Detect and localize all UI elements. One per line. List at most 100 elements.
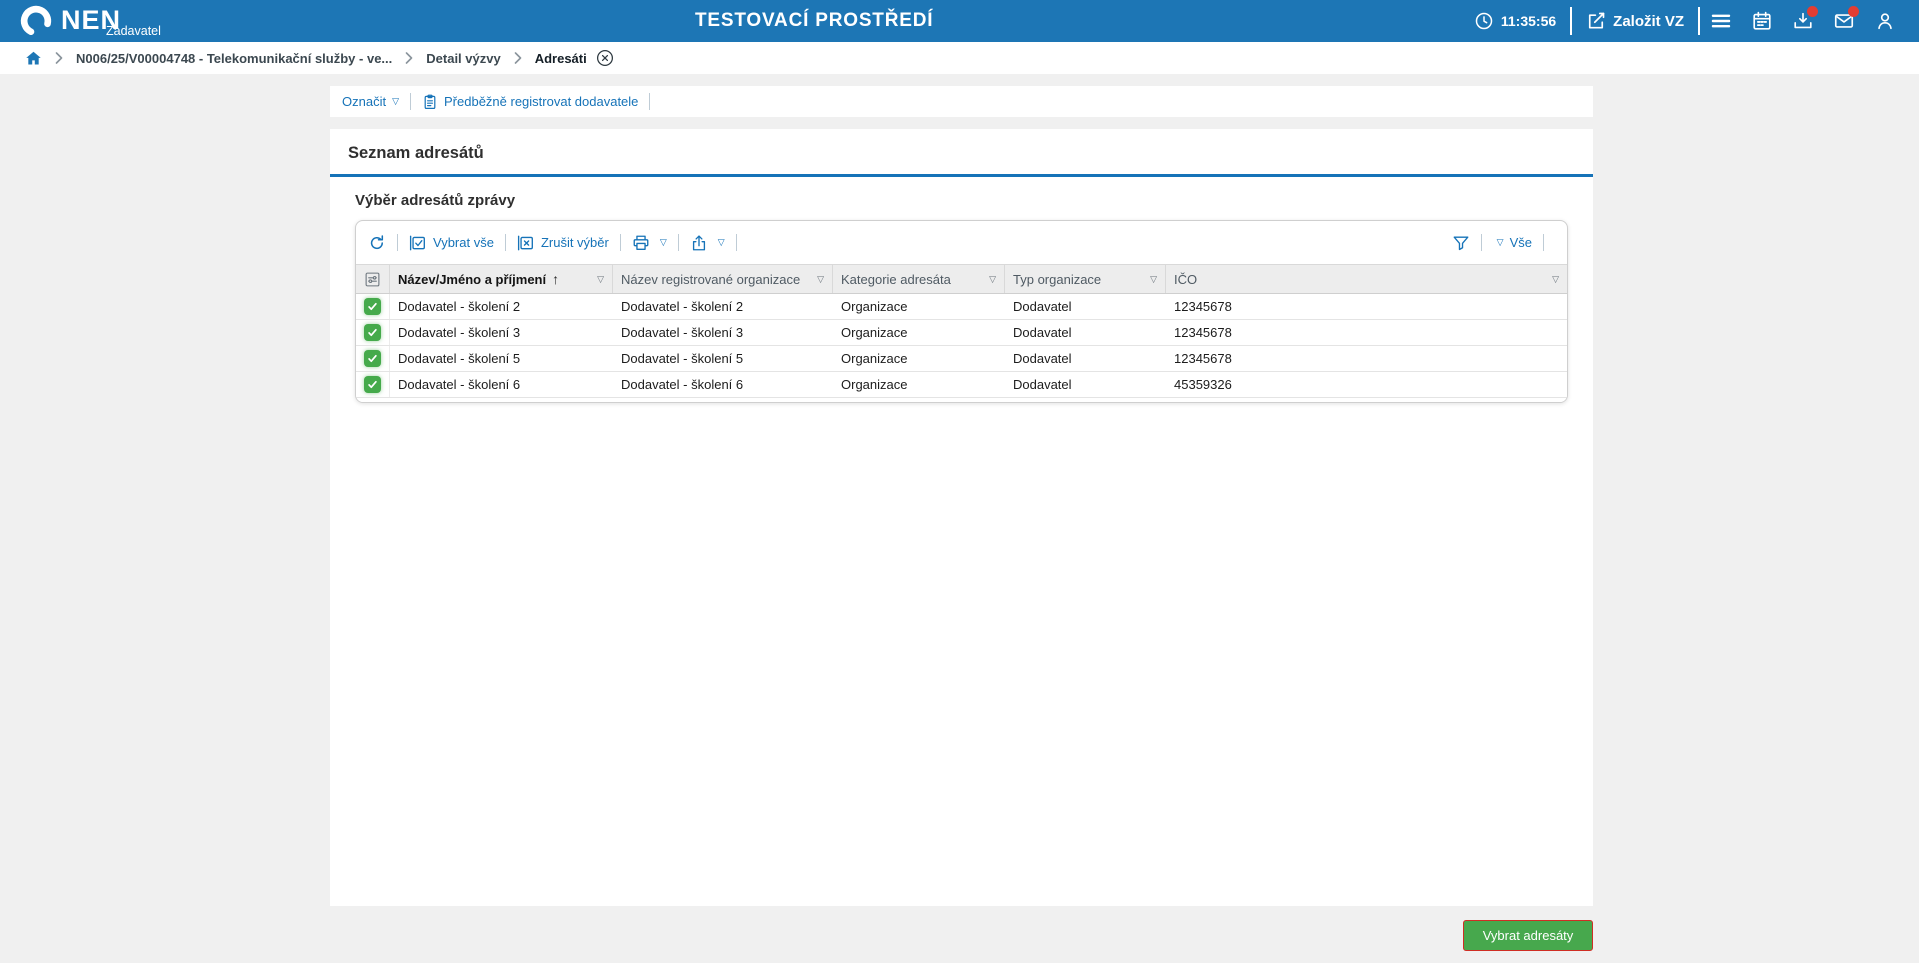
header-category[interactable]: Kategorie adresáta ▽ bbox=[833, 265, 1005, 293]
breadcrumb-item-procurement[interactable]: N006/25/V00004748 - Telekomunikační služ… bbox=[76, 51, 392, 66]
home-icon bbox=[25, 50, 42, 67]
cell-type: Dodavatel bbox=[1005, 294, 1166, 319]
divider bbox=[736, 234, 737, 251]
mark-dropdown-button[interactable]: Označit ▽ bbox=[342, 94, 399, 109]
create-vz-label: Založit VZ bbox=[1613, 13, 1684, 30]
filter-scope-label: Vše bbox=[1510, 235, 1532, 250]
header-type[interactable]: Typ organizace ▽ bbox=[1005, 265, 1166, 293]
refresh-button[interactable] bbox=[368, 234, 386, 252]
clear-selection-label: Zrušit výběr bbox=[541, 235, 609, 250]
table-bottom-padding bbox=[356, 398, 1567, 402]
close-circle-icon bbox=[596, 49, 614, 67]
print-button[interactable]: ▽ bbox=[632, 234, 667, 252]
create-vz-button[interactable]: Založit VZ bbox=[1572, 11, 1698, 31]
breadcrumb-item-adresati[interactable]: Adresáti bbox=[535, 51, 587, 66]
hamburger-icon bbox=[1710, 10, 1732, 32]
user-icon bbox=[1874, 10, 1896, 32]
chevron-down-icon: ▽ bbox=[718, 237, 725, 248]
row-checkbox-cell bbox=[356, 320, 390, 345]
cell-type: Dodavatel bbox=[1005, 372, 1166, 397]
nen-logo-icon bbox=[18, 3, 54, 39]
addressees-table-card: Vybrat vše Zrušit výběr ▽ bbox=[355, 220, 1568, 403]
cell-type: Dodavatel bbox=[1005, 320, 1166, 345]
logo-role-label: Zadavatel bbox=[106, 24, 161, 38]
filter-triangle-icon[interactable]: ▽ bbox=[1144, 274, 1157, 285]
header-ico[interactable]: IČO ▽ bbox=[1166, 265, 1567, 293]
cell-category: Organizace bbox=[833, 372, 1005, 397]
header-org[interactable]: Název registrované organizace ▽ bbox=[613, 265, 833, 293]
cell-ico: 12345678 bbox=[1166, 346, 1567, 371]
cell-type: Dodavatel bbox=[1005, 346, 1166, 371]
inbox-button[interactable] bbox=[1782, 0, 1823, 42]
table-toolbar-right: ▽ Vše bbox=[1452, 234, 1555, 252]
user-profile-button[interactable] bbox=[1864, 0, 1905, 42]
divider bbox=[620, 234, 621, 251]
cell-name: Dodavatel - školení 5 bbox=[390, 346, 613, 371]
clear-selection-button[interactable]: Zrušit výběr bbox=[517, 234, 609, 252]
messages-notification-badge bbox=[1848, 6, 1859, 17]
cell-category: Organizace bbox=[833, 320, 1005, 345]
select-all-button[interactable]: Vybrat vše bbox=[409, 234, 494, 252]
table-row[interactable]: Dodavatel - školení 6 Dodavatel - školen… bbox=[356, 372, 1567, 398]
divider bbox=[649, 93, 650, 110]
checkbox-checked-icon[interactable] bbox=[364, 350, 381, 367]
row-checkbox-cell bbox=[356, 294, 390, 319]
table-row[interactable]: Dodavatel - školení 2 Dodavatel - školen… bbox=[356, 294, 1567, 320]
filter-button[interactable] bbox=[1452, 234, 1470, 252]
calendar-button[interactable] bbox=[1741, 0, 1782, 42]
preregister-supplier-button[interactable]: Předběžně registrovat dodavatele bbox=[422, 94, 638, 110]
divider bbox=[678, 234, 679, 251]
chevron-down-icon: ▽ bbox=[392, 97, 399, 106]
cell-ico: 12345678 bbox=[1166, 320, 1567, 345]
checkbox-checked-icon[interactable] bbox=[364, 298, 381, 315]
cell-name: Dodavatel - školení 2 bbox=[390, 294, 613, 319]
cell-name: Dodavatel - školení 6 bbox=[390, 372, 613, 397]
select-addressees-button[interactable]: Vybrat adresáty bbox=[1463, 920, 1593, 951]
breadcrumb-item-detail-vyzvy[interactable]: Detail výzvy bbox=[426, 51, 500, 66]
time-value: 11:35:56 bbox=[1501, 13, 1556, 29]
calendar-icon bbox=[1751, 10, 1773, 32]
filter-scope-dropdown[interactable]: ▽ Vše bbox=[1493, 235, 1532, 250]
filter-triangle-icon[interactable]: ▽ bbox=[983, 274, 996, 285]
chevron-down-icon: ▽ bbox=[1497, 237, 1504, 248]
breadcrumb: N006/25/V00004748 - Telekomunikační služ… bbox=[0, 42, 1919, 74]
messages-button[interactable] bbox=[1823, 0, 1864, 42]
cell-category: Organizace bbox=[833, 294, 1005, 319]
clipboard-icon bbox=[422, 94, 438, 110]
column-settings-icon bbox=[364, 271, 381, 288]
divider bbox=[1481, 234, 1482, 251]
checkbox-checked-icon[interactable] bbox=[364, 324, 381, 341]
cell-org: Dodavatel - školení 6 bbox=[613, 372, 833, 397]
table-header-row: Název/Jméno a příjmení ↑ ▽ Název registr… bbox=[356, 264, 1567, 294]
divider bbox=[505, 234, 506, 251]
mark-label: Označit bbox=[342, 94, 386, 109]
export-button[interactable]: ▽ bbox=[690, 234, 725, 252]
checkbox-checked-icon[interactable] bbox=[364, 376, 381, 393]
column-settings-button[interactable] bbox=[364, 271, 381, 288]
table-row[interactable]: Dodavatel - školení 3 Dodavatel - školen… bbox=[356, 320, 1567, 346]
divider bbox=[410, 93, 411, 110]
filter-triangle-icon[interactable]: ▽ bbox=[591, 274, 604, 285]
cell-ico: 12345678 bbox=[1166, 294, 1567, 319]
table-toolbar: Vybrat vše Zrušit výběr ▽ bbox=[356, 221, 1567, 264]
clear-selection-icon bbox=[517, 234, 535, 252]
top-header-bar: NEN Zadavatel TESTOVACÍ PROSTŘEDÍ 11:35:… bbox=[0, 0, 1919, 42]
filter-triangle-icon[interactable]: ▽ bbox=[1546, 274, 1559, 285]
close-tab-button[interactable] bbox=[596, 49, 614, 67]
main-panel: Seznam adresátů Výběr adresátů zprávy bbox=[330, 129, 1593, 906]
menu-button[interactable] bbox=[1700, 0, 1741, 42]
header-name[interactable]: Název/Jméno a příjmení ↑ ▽ bbox=[390, 265, 613, 293]
export-icon bbox=[690, 234, 708, 252]
row-checkbox-cell bbox=[356, 372, 390, 397]
cell-org: Dodavatel - školení 2 bbox=[613, 294, 833, 319]
home-button[interactable] bbox=[25, 50, 42, 67]
preregister-label: Předběžně registrovat dodavatele bbox=[444, 94, 638, 109]
table-row[interactable]: Dodavatel - školení 5 Dodavatel - školen… bbox=[356, 346, 1567, 372]
table-toolbar-left: Vybrat vše Zrušit výběr ▽ bbox=[368, 234, 748, 252]
section-title-underline bbox=[330, 174, 1593, 177]
select-all-icon bbox=[409, 234, 427, 252]
inbox-notification-badge bbox=[1807, 6, 1818, 17]
cell-ico: 45359326 bbox=[1166, 372, 1567, 397]
row-checkbox-cell bbox=[356, 346, 390, 371]
filter-triangle-icon[interactable]: ▽ bbox=[811, 274, 824, 285]
